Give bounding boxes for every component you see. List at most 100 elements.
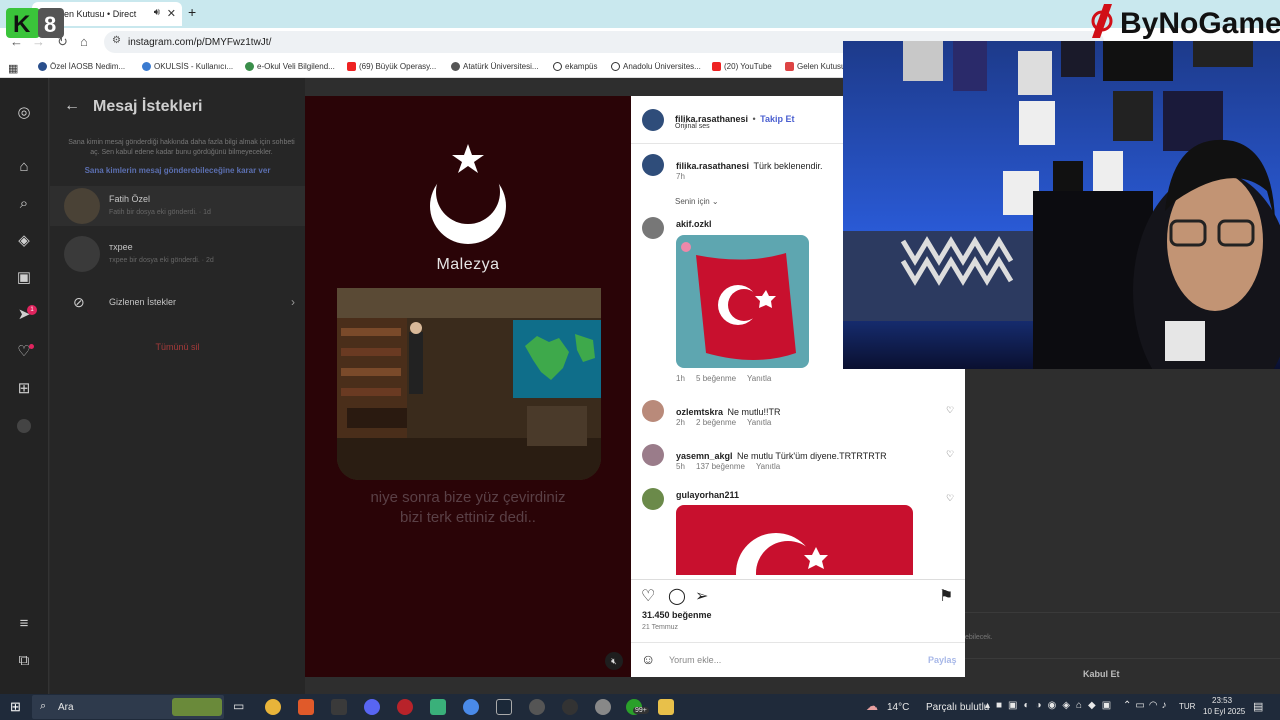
new-tab-icon[interactable]: +	[188, 4, 196, 20]
search-highlight-image	[172, 698, 222, 716]
comment-username[interactable]: ozlemtskra	[676, 407, 723, 417]
bookmark-item[interactable]: (69) Büyük Operasy...	[347, 62, 436, 71]
bookmark-item[interactable]: ekampüs	[553, 62, 597, 71]
chrome-icon[interactable]	[265, 699, 281, 715]
tab-audio-icon[interactable]: 🔊︎	[154, 7, 160, 18]
app-icon[interactable]	[595, 699, 611, 715]
comment-text: Türk beklenendir.	[753, 161, 823, 171]
hidden-requests-row[interactable]: ⊘ Gizlenen İstekler ›	[50, 288, 305, 318]
profile-avatar[interactable]	[17, 419, 31, 433]
divider	[965, 658, 1280, 659]
app-icon[interactable]	[562, 699, 578, 715]
meta-icon[interactable]: ⧉	[15, 652, 33, 670]
like-comment-icon[interactable]: ♡	[946, 405, 954, 416]
comment-input[interactable]: Yorum ekle...	[669, 655, 721, 665]
svg-text:K: K	[13, 11, 31, 38]
network-sound-icons[interactable]: ⌃▭◠♪	[1123, 700, 1171, 711]
clock-time[interactable]: 23:53	[1212, 696, 1232, 705]
bookmark-item[interactable]: (20) YouTube	[712, 62, 772, 71]
emoji-icon[interactable]: ☺	[641, 651, 655, 667]
home-icon[interactable]: ⌂	[15, 158, 33, 176]
like-icon[interactable]: ♡	[641, 586, 655, 606]
bookmark-item[interactable]: Atatürk Üniversitesi...	[451, 62, 539, 71]
system-tray-icons[interactable]: ▴■▣◐◑◉◈⌂◆▣	[985, 700, 1117, 711]
brave-icon[interactable]	[298, 699, 314, 715]
weather-desc[interactable]: Parçalı bulutlu	[926, 702, 989, 713]
accept-button[interactable]: Kabul Et	[1083, 669, 1120, 679]
language-indicator[interactable]: TUR	[1179, 702, 1195, 711]
notification-badge: 99+	[633, 707, 649, 714]
instagram-icon[interactable]: ◎	[15, 104, 33, 122]
app-icon[interactable]	[331, 699, 347, 715]
like-comment-icon[interactable]: ♡	[946, 449, 954, 460]
request-item[interactable]: Fatih Özel Fatih bir dosya eki gönderdi.…	[50, 186, 305, 226]
svg-text:ByNoGame: ByNoGame	[1120, 7, 1280, 40]
commenter-avatar[interactable]	[642, 400, 664, 422]
like-comment-icon[interactable]: ♡	[946, 493, 954, 504]
reel-video[interactable]: Malezya niye sonra bize yüz çevirdiniz b…	[305, 96, 631, 677]
sort-dropdown[interactable]: Senin için ⌄	[675, 197, 719, 206]
bookmark-item[interactable]: e-Okul Veli Bilgilend...	[245, 62, 335, 71]
comment-username[interactable]: filika.rasathanesi	[676, 161, 749, 171]
home-icon[interactable]: ⌂	[80, 34, 88, 49]
follow-button[interactable]: Takip Et	[760, 114, 794, 124]
comment-likes[interactable]: 2 beğenme	[696, 418, 736, 427]
comment-icon[interactable]: ◯	[668, 586, 686, 606]
comment-meta: 2h 2 beğenme Yanıtla	[676, 418, 771, 427]
save-icon[interactable]: ⚑	[939, 586, 953, 606]
post-comment-button[interactable]: Paylaş	[928, 655, 957, 665]
request-subtitle: тxpee bir dosya eki gönderdi. · 2d	[109, 257, 214, 264]
site-info-icon[interactable]: ⚙	[112, 35, 121, 46]
apps-icon[interactable]: ▦	[8, 62, 18, 75]
reply-button[interactable]: Yanıtla	[747, 418, 771, 427]
decide-link[interactable]: Sana kimlerin mesaj gönderebileceğine ka…	[50, 166, 305, 175]
request-item[interactable]: тxpee тxpee bir dosya eki gönderdi. · 2d	[50, 234, 305, 274]
reels-icon[interactable]: ▣	[15, 269, 33, 287]
comment-username[interactable]: akif.ozkl	[676, 219, 712, 229]
menu-icon[interactable]: ≡	[15, 615, 33, 633]
author-avatar[interactable]	[642, 109, 664, 131]
taskbar-search[interactable]: ⌕ Ara	[32, 695, 224, 719]
hidden-requests-label: Gizlenen İstekler	[109, 297, 177, 307]
reply-button[interactable]: Yanıtla	[756, 462, 780, 471]
app-icon[interactable]	[430, 699, 446, 715]
create-icon[interactable]: ⊞	[15, 380, 33, 398]
app-icon[interactable]	[397, 699, 413, 715]
steam-icon[interactable]	[496, 699, 512, 715]
chrome-icon[interactable]	[463, 699, 479, 715]
tab-close-icon[interactable]: ✕	[167, 7, 176, 20]
comment-time: 1h	[676, 374, 685, 383]
commenter-avatar[interactable]	[642, 217, 664, 239]
bookmark-item[interactable]: Anadolu Üniversites...	[611, 62, 701, 71]
bookmark-item[interactable]: OKULSİS - Kullanıcı...	[142, 62, 233, 71]
search-icon[interactable]: ⌕	[15, 195, 33, 213]
delete-all-button[interactable]: Tümünü sil	[50, 342, 305, 352]
comment-username[interactable]: yasemn_akgl	[676, 451, 733, 461]
comment-likes[interactable]: 137 beğenme	[696, 462, 745, 471]
author-avatar[interactable]	[642, 154, 664, 176]
back-arrow-icon[interactable]: ←	[64, 97, 80, 115]
windows-start-icon[interactable]: ⊞	[10, 699, 21, 715]
audio-label[interactable]: Orijinal ses	[675, 123, 710, 130]
like-count[interactable]: 31.450 beğenme	[642, 610, 712, 620]
commenter-avatar[interactable]	[642, 488, 664, 510]
task-view-icon[interactable]: ▭	[233, 699, 244, 713]
reply-button[interactable]: Yanıtla	[747, 374, 771, 383]
weather-temp[interactable]: 14°C	[887, 702, 909, 713]
discord-icon[interactable]	[364, 699, 380, 715]
site-icon	[142, 62, 151, 71]
clock-date[interactable]: 10 Eyl 2025	[1203, 707, 1245, 716]
explore-icon[interactable]: ◈	[15, 232, 33, 250]
share-icon[interactable]: ➢	[695, 586, 708, 606]
search-icon: ⌕	[40, 700, 47, 712]
comment-time: 5h	[676, 462, 685, 471]
notification-center-icon[interactable]: ▤	[1253, 700, 1263, 713]
comment-likes[interactable]: 5 beğenme	[696, 374, 736, 383]
file-explorer-icon[interactable]	[658, 699, 674, 715]
sound-icon[interactable]: 🔇︎	[605, 652, 623, 670]
bookmark-item[interactable]: Gelen Kutusu	[785, 62, 845, 71]
commenter-avatar[interactable]	[642, 444, 664, 466]
settings-icon[interactable]	[529, 699, 545, 715]
comment-username[interactable]: gulayorhan211	[676, 490, 739, 500]
bookmark-item[interactable]: Özel İAOSB Nedim...	[38, 62, 125, 71]
